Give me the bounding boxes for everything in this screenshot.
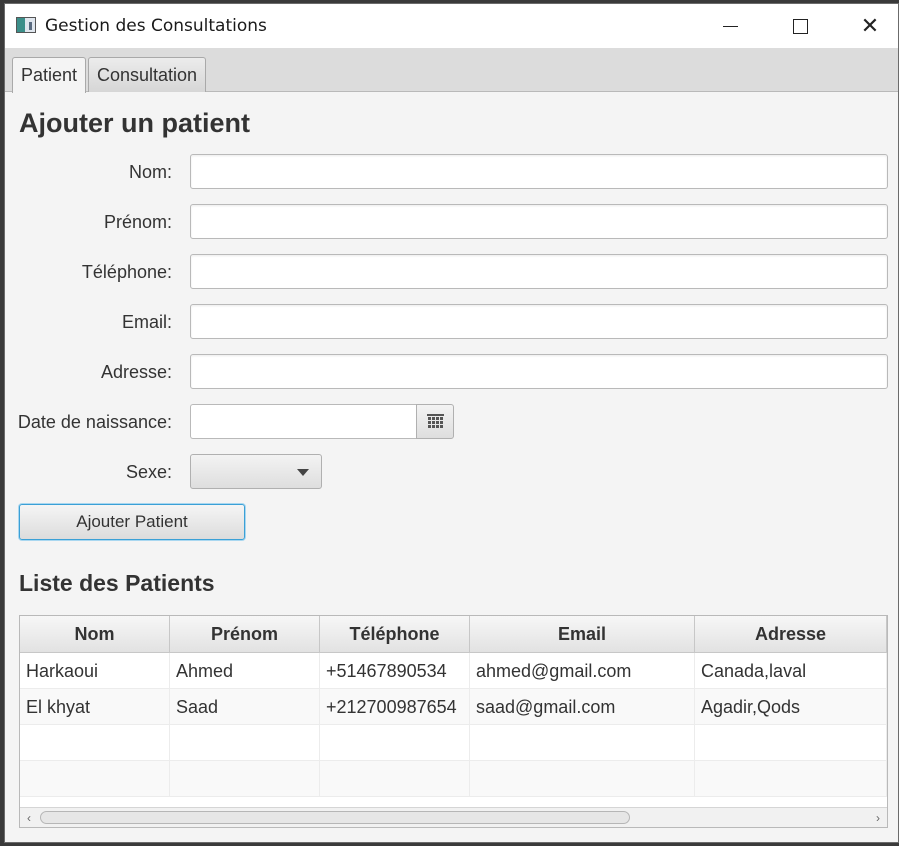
calendar-icon <box>426 414 444 429</box>
column-header-prenom[interactable]: Prénom <box>170 616 320 653</box>
nom-label: Nom: <box>128 162 172 182</box>
cell-adresse: Agadir,Qods <box>695 689 887 725</box>
column-header-nom[interactable]: Nom <box>20 616 170 653</box>
maximize-icon <box>792 18 808 34</box>
tab-consultation[interactable]: Consultation <box>88 57 207 92</box>
cell-nom <box>20 761 170 797</box>
email-label: Email: <box>121 312 172 332</box>
telephone-label: Téléphone: <box>81 262 172 282</box>
cell-prenom <box>170 725 320 761</box>
minimize-icon <box>722 25 738 27</box>
telephone-field[interactable] <box>190 254 888 289</box>
tab-bar: Patient Consultation <box>5 48 898 93</box>
patients-table[interactable]: Nom Prénom Téléphone Email Adresse Harka… <box>19 615 888 828</box>
table-row[interactable]: Harkaoui Ahmed +51467890534 ahmed@gmail.… <box>20 653 887 689</box>
app-window: Gestion des Consultations ✕ Patient Cons… <box>4 3 899 843</box>
maximize-button[interactable] <box>765 4 835 48</box>
chevron-left-icon[interactable]: ‹ <box>22 811 36 825</box>
table-header: Nom Prénom Téléphone Email Adresse <box>20 616 887 653</box>
table-row[interactable]: El khyat Saad +212700987654 saad@gmail.c… <box>20 689 887 725</box>
cell-email <box>470 725 695 761</box>
list-title: Liste des Patients <box>19 570 215 596</box>
prenom-label: Prénom: <box>103 212 172 232</box>
cell-nom <box>20 725 170 761</box>
cell-telephone: +212700987654 <box>320 689 470 725</box>
date-picker-button[interactable] <box>416 404 454 439</box>
patient-tab-content: Ajouter un patient Nom: Prénom: Téléphon… <box>5 92 898 842</box>
sexe-label: Sexe: <box>125 462 172 482</box>
adresse-field[interactable] <box>190 354 888 389</box>
cell-prenom <box>170 761 320 797</box>
column-header-telephone[interactable]: Téléphone <box>320 616 470 653</box>
chevron-down-icon <box>297 469 309 476</box>
window-title: Gestion des Consultations <box>45 16 267 36</box>
column-header-adresse[interactable]: Adresse <box>695 616 887 653</box>
table-row-empty[interactable] <box>20 761 887 797</box>
scrollbar-thumb[interactable] <box>40 811 630 824</box>
cell-prenom: Saad <box>170 689 320 725</box>
tab-patient[interactable]: Patient <box>12 57 87 93</box>
email-field[interactable] <box>190 304 888 339</box>
date-naissance-field[interactable] <box>190 404 418 439</box>
close-button[interactable]: ✕ <box>835 4 898 48</box>
ajouter-patient-button[interactable]: Ajouter Patient <box>19 504 245 540</box>
cell-telephone: +51467890534 <box>320 653 470 689</box>
nom-field[interactable] <box>190 154 888 189</box>
cell-email: ahmed@gmail.com <box>470 653 695 689</box>
prenom-field[interactable] <box>190 204 888 239</box>
cell-adresse <box>695 761 887 797</box>
adresse-label: Adresse: <box>100 362 172 382</box>
chevron-right-icon[interactable]: › <box>871 811 885 825</box>
cell-email <box>470 761 695 797</box>
cell-adresse: Canada,laval <box>695 653 887 689</box>
cell-telephone <box>320 725 470 761</box>
date-naissance-label: Date de naissance: <box>17 412 172 432</box>
table-row-empty[interactable] <box>20 725 887 761</box>
cell-telephone <box>320 761 470 797</box>
cell-nom: El khyat <box>20 689 170 725</box>
sexe-combobox[interactable] <box>190 454 322 489</box>
close-icon: ✕ <box>860 13 880 39</box>
app-window-icon <box>16 17 36 33</box>
form-title: Ajouter un patient <box>19 108 250 138</box>
title-bar[interactable]: Gestion des Consultations ✕ <box>5 4 898 48</box>
cell-nom: Harkaoui <box>20 653 170 689</box>
cell-adresse <box>695 725 887 761</box>
minimize-button[interactable] <box>695 4 765 48</box>
table-body: Harkaoui Ahmed +51467890534 ahmed@gmail.… <box>20 653 887 797</box>
cell-prenom: Ahmed <box>170 653 320 689</box>
cell-email: saad@gmail.com <box>470 689 695 725</box>
column-header-email[interactable]: Email <box>470 616 695 653</box>
horizontal-scrollbar[interactable]: ‹ › <box>20 807 887 827</box>
